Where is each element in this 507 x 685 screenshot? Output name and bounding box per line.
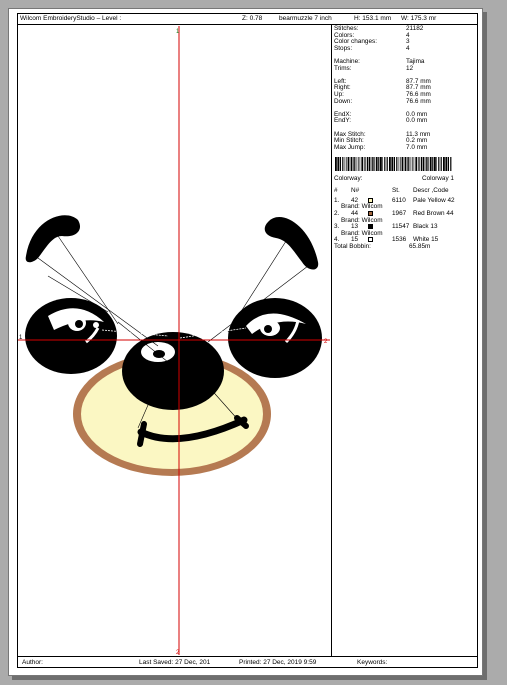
stat-row: Right: 87.7 mm (333, 85, 477, 92)
stats-list: Stitches: 21182 Colors: 4 Color changes: 3 Sto… (333, 25, 477, 152)
stat-row (333, 72, 477, 79)
stat-value: 76.6 mm (406, 97, 431, 105)
thread-swatch (368, 224, 373, 230)
stat-row: Machine: Tajima (333, 58, 477, 66)
thread-index: 2. (334, 210, 340, 218)
colorway-row: Colorway: Colorway 1 (333, 174, 477, 184)
stat-row: EndY: 0.0 mm (333, 118, 477, 125)
header-bar: Wilcom EmbroideryStudio – Level : Z: 0.7… (17, 13, 478, 25)
design-name: bearmuzzle 7 inch (279, 15, 332, 22)
thread-description: Pale Yellow 42 (413, 196, 455, 204)
stat-row: Stops: 4 (333, 44, 477, 53)
col-n: N# (351, 186, 360, 194)
barcode (335, 157, 452, 172)
stat-label: EndY: (334, 117, 352, 125)
colorway-label: Colorway: (334, 174, 363, 182)
stat-label: Down: (334, 97, 353, 105)
stat-row: Left: 87.7 mm (333, 78, 477, 86)
col-description: Descr ,Code (413, 186, 449, 194)
thread-swatch (368, 237, 373, 243)
stat-label: Max Jump: (334, 143, 366, 151)
total-bobbin-label: Total Bobbin: (334, 243, 371, 251)
footer-keywords: Keywords: (357, 659, 388, 666)
thread-stitches: 6110 (392, 196, 406, 204)
col-num: # (334, 186, 338, 194)
stat-row: Stitches: 21182 (333, 25, 477, 33)
design-height: H: 153.1 mm (354, 15, 392, 22)
footer-printed: Printed: 27 Dec, 2019 9:59 (239, 659, 317, 666)
stat-row: Max Jump: 7.0 mm (333, 143, 477, 152)
total-bobbin-row: Total Bobbin: 65.85m (333, 243, 477, 251)
footer-author: Author: (22, 659, 43, 666)
thread-brand: Brand: Wilcom (341, 229, 383, 237)
design-info-panel: Stitches: 21182 Colors: 4 Color changes: 3 Sto… (333, 25, 477, 251)
stat-row: EndX: 0.0 mm (333, 111, 477, 119)
thread-description: Red Brown 44 (413, 210, 454, 218)
thread-swatch (368, 211, 373, 217)
thread-stitches: 1536 (392, 236, 407, 244)
footer-last-saved: Last Saved: 27 Dec, 201 (139, 659, 211, 666)
stat-value: 7.0 mm (406, 143, 428, 151)
thread-index: 3. (334, 223, 340, 231)
stat-row: Down: 76.6 mm (333, 97, 477, 106)
col-stitches: St. (392, 186, 400, 194)
stat-row (333, 105, 477, 112)
stat-row: Up: 76.6 mm (333, 91, 477, 99)
eyebrow-left (25, 215, 81, 263)
total-bobbin-value: 65.85m (409, 243, 431, 251)
stat-label: Trims: (334, 64, 352, 72)
thread-stitches: 1967 (392, 210, 407, 218)
thread-brand: Brand: Wilcom (341, 203, 383, 211)
nose (122, 332, 224, 410)
stat-row: Trims: 12 (333, 64, 477, 73)
zoom-level: Z: 0.78 (242, 15, 263, 22)
stat-label: Stops: (334, 44, 353, 52)
page-shadow-right (483, 12, 487, 680)
stat-value: 4 (406, 44, 410, 52)
stat-value: 0.0 mm (406, 117, 428, 125)
footer-bar: Author: Last Saved: 27 Dec, 201 Printed:… (17, 656, 478, 668)
stat-row: Color changes: 3 (333, 39, 477, 46)
colorway-value: Colorway 1 (422, 174, 454, 182)
page-shadow-bottom (12, 676, 487, 680)
stat-value: 12 (406, 64, 414, 72)
mouth-end-left (137, 421, 147, 447)
panel-divider (331, 25, 332, 656)
thread-brand: Brand: Wilcom (341, 216, 383, 224)
thread-table: 1. 42 6110 Pale Yellow 42 Brand: Wilcom 2. 44 1… (333, 196, 477, 244)
design-preview: 1 2 1 2 (18, 26, 330, 655)
thread-description: Black 13 (413, 223, 438, 231)
app-title: Wilcom EmbroideryStudio – Level : (20, 15, 122, 22)
design-width: W: 175.3 mr (401, 15, 437, 22)
thread-stitches: 11547 (392, 223, 410, 231)
thread-index: 1. (334, 196, 340, 204)
thread-swatch (368, 197, 373, 203)
